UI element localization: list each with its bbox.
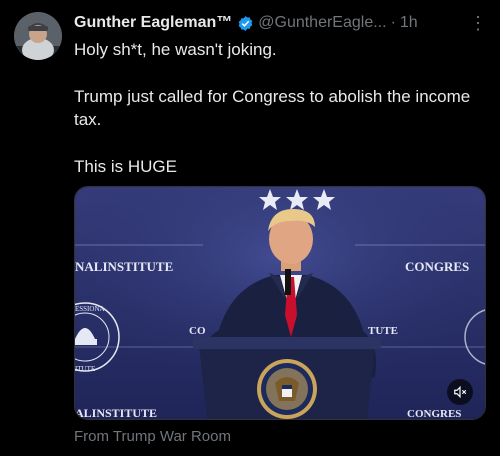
mute-icon [454,385,467,399]
avatar[interactable] [14,12,62,60]
video-source-label[interactable]: From Trump War Room [74,428,231,445]
banner-text-mid-left: CO [189,325,206,337]
avatar-image [14,12,62,60]
seal-text-top: ESSIONA [75,305,105,313]
more-options-icon[interactable]: ⋮ [469,13,488,34]
verified-badge-icon [238,15,253,31]
banner-text-mid-right: TUTE [368,325,398,337]
tweet[interactable]: Gunther Eagleman™ @GuntherEagle... · 1h … [0,0,500,456]
tweet-line-2: Trump just called for Congress to abolis… [74,87,471,129]
video-frame: NALINSTITUTE CONGRES CO TUTE ALINSTITUTE… [75,187,485,419]
tweet-line-3: This is HUGE [74,157,177,176]
tweet-line-1: Holy sh*t, he wasn't joking. [74,40,277,59]
separator-dot: · [390,14,396,31]
tweet-header: Gunther Eagleman™ @GuntherEagle... · 1h … [74,12,488,34]
banner-text-left-bottom: ALINSTITUTE [75,406,157,419]
author-name[interactable]: Gunther Eagleman™ [74,14,232,32]
video-player[interactable]: NALINSTITUTE CONGRES CO TUTE ALINSTITUTE… [74,186,486,420]
podium [193,337,381,419]
banner-text-right-bottom: CONGRES [407,408,461,419]
author-handle[interactable]: @GuntherEagle... [258,14,386,32]
seal-text-bottom: ITUTE [75,365,95,373]
mute-button[interactable] [447,379,473,405]
banner-text-left: NALINSTITUTE [75,259,173,274]
tweet-text: Holy sh*t, he wasn't joking. Trump just … [74,38,484,202]
banner-text-right: CONGRES [405,259,469,274]
timestamp[interactable]: 1h [400,14,418,32]
